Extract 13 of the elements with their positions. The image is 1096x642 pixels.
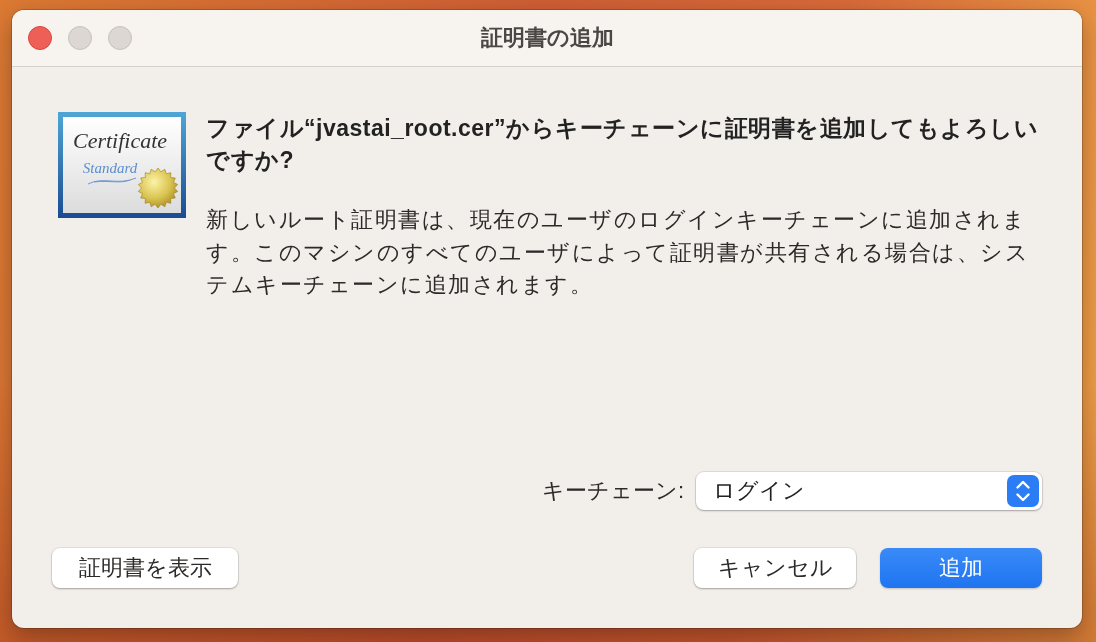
keychain-popup[interactable]: ログイン xyxy=(696,472,1042,510)
add-button[interactable]: 追加 xyxy=(880,548,1042,588)
dialog-message: 新しいルート証明書は、現在のユーザのログインキーチェーンに追加されます。このマシンのすべてのユーザによって証明書が共有される場合は、システムキーチェーンに追加されます。 xyxy=(206,206,1030,299)
updown-chevron-icon xyxy=(1007,475,1039,507)
dialog-heading: ファイル“jvastai_root.cer”からキーチェーンに証明書を追加してもよろしいですか? xyxy=(206,114,1040,175)
show-certificate-button[interactable]: 証明書を表示 xyxy=(52,548,238,588)
minimize-button[interactable] xyxy=(68,26,92,50)
zoom-button[interactable] xyxy=(108,26,132,50)
window-title: 証明書の追加 xyxy=(480,24,614,52)
certificate-icon: Certificate Standard xyxy=(58,112,186,218)
cancel-button[interactable]: キャンセル xyxy=(694,548,856,588)
keychain-label: キーチェーン: xyxy=(541,477,684,505)
close-button[interactable] xyxy=(28,26,52,50)
